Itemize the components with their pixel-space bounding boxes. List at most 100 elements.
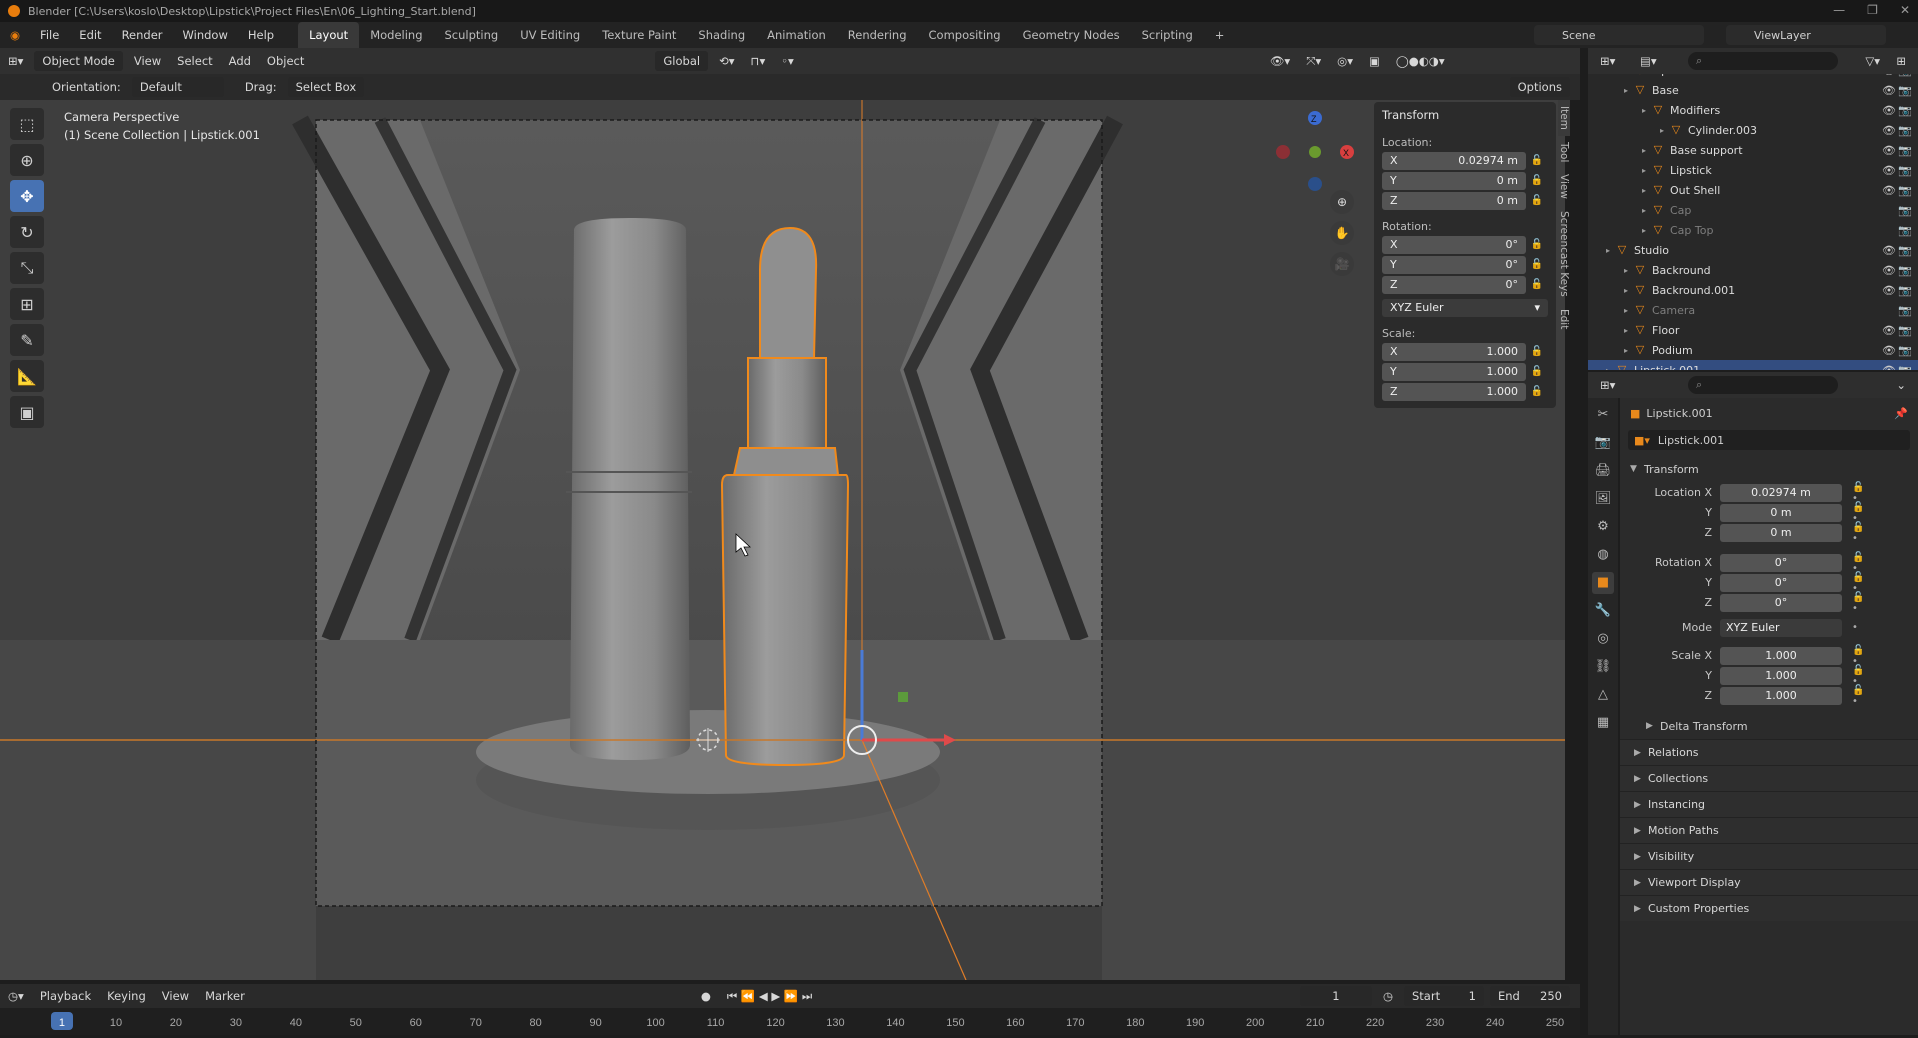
editor-type-icon[interactable]: ⊞▾ — [0, 51, 31, 71]
expand-arrow-icon[interactable]: ▸ — [1606, 366, 1616, 371]
render-camera-icon[interactable]: 📷 — [1898, 204, 1912, 217]
outliner-row[interactable]: ▸ ▽ Podium 👁 📷 — [1588, 340, 1918, 360]
outliner-row[interactable]: ▸▽ Lipstick 👁📷 — [1588, 160, 1918, 180]
shading-modes-icon[interactable]: ◯●◐◑▾ — [1388, 51, 1453, 71]
lock-icon[interactable]: 🔓 — [1526, 279, 1548, 290]
lock-icon[interactable]: 🔓 • — [1842, 522, 1872, 544]
outliner-row[interactable]: ▸ ▽ Studio 👁 📷 — [1588, 240, 1918, 260]
expand-arrow-icon[interactable]: ▸ — [1606, 246, 1616, 255]
tab-texture-paint[interactable]: Texture Paint — [591, 22, 687, 48]
properties-editor-icon[interactable]: ⊞▾ — [1592, 375, 1623, 395]
texture-tab-icon[interactable]: ▦ — [1592, 712, 1614, 734]
snap-icon[interactable]: ⊓▾ — [743, 51, 774, 71]
cursor-tool-icon[interactable]: ⊕ — [10, 144, 44, 176]
lock-icon[interactable]: 🔓 — [1526, 195, 1548, 206]
zoom-icon[interactable]: ⊕ — [1330, 190, 1354, 214]
view-layer-tab-icon[interactable]: 🖼 — [1592, 488, 1614, 510]
location-x-field[interactable]: X 0.02974 m — [1382, 151, 1526, 170]
render-tab-icon[interactable]: 📷 — [1592, 432, 1614, 454]
outliner-row[interactable]: ▸ ▽ Floor 👁 📷 — [1588, 320, 1918, 340]
rotation-mode-select[interactable]: XYZ Euler — [1720, 618, 1842, 637]
tab-layout[interactable]: Layout — [298, 22, 360, 48]
outliner-row[interactable]: ▸ ▽ Lipstick.001 👁 📷 — [1588, 360, 1918, 370]
prop-rotation-y-field[interactable]: 0° — [1720, 573, 1842, 592]
playback-menu[interactable]: Playback — [32, 986, 99, 1006]
visibility-eye-icon[interactable]: 👁 — [1882, 144, 1896, 157]
lock-icon[interactable]: 🔓 — [1526, 386, 1548, 397]
overlay-toggle-icon[interactable]: ◎▾ — [1329, 51, 1361, 71]
mode-dropdown[interactable]: Object Mode — [34, 51, 123, 71]
render-camera-icon[interactable]: 📷 — [1898, 224, 1912, 237]
visibility-eye-icon[interactable]: 👁 — [1882, 244, 1896, 257]
menu-view[interactable]: View — [126, 51, 169, 71]
options-dropdown[interactable]: Options — [1509, 77, 1570, 97]
scale-y-field[interactable]: Y 1.000 — [1382, 362, 1526, 381]
rotation-z-field[interactable]: Z 0° — [1382, 275, 1526, 294]
tool-tab-icon[interactable]: ✂ — [1592, 404, 1614, 426]
expand-arrow-icon[interactable]: ▸ — [1624, 306, 1634, 315]
outliner-row[interactable]: ▸ ▽ Base 👁 📷 — [1588, 80, 1918, 100]
expand-arrow-icon[interactable]: ▸ — [1660, 126, 1670, 135]
tab-screencast-keys[interactable]: Screencast Keys — [1558, 205, 1570, 303]
render-camera-icon[interactable]: 📷 — [1898, 344, 1912, 357]
prop-location-z-field[interactable]: 0 m — [1720, 523, 1842, 542]
visibility-eye-icon[interactable]: 👁 — [1882, 184, 1896, 197]
visibility-eye-icon[interactable]: 👁 — [1882, 84, 1896, 97]
playback-controls-icon[interactable]: ⏮ ⏪ ◀ ▶ ⏩ ⏭ — [719, 986, 820, 1006]
outliner-row[interactable]: ▸ ▽ Camera 📷 — [1588, 300, 1918, 320]
rotation-y-field[interactable]: Y 0° — [1382, 255, 1526, 274]
outliner-row[interactable]: ▸ ▽ Backround 👁 📷 — [1588, 260, 1918, 280]
transform-panel-header[interactable]: Transform — [1382, 108, 1548, 126]
record-icon[interactable]: ● — [693, 986, 719, 1006]
add-workspace-button[interactable]: + — [1204, 22, 1236, 48]
rotation-mode-dropdown[interactable]: XYZ Euler ▾ — [1382, 298, 1548, 317]
menu-file[interactable]: File — [30, 22, 69, 48]
visibility-eye-icon[interactable]: 👁 — [1882, 164, 1896, 177]
visibility-eye-icon[interactable]: 👁 — [1882, 284, 1896, 297]
menu-add[interactable]: Add — [221, 51, 259, 71]
lock-icon[interactable]: 🔓 — [1526, 346, 1548, 357]
visibility-eye-icon[interactable]: 👁 — [1882, 344, 1896, 357]
expand-arrow-icon[interactable]: ▸ — [1642, 206, 1652, 215]
close-icon[interactable]: ✕ — [1900, 3, 1910, 17]
rotation-x-field[interactable]: X 0° — [1382, 235, 1526, 254]
lock-icon[interactable]: 🔓 • — [1842, 502, 1872, 524]
expand-arrow-icon[interactable]: ▸ — [1642, 106, 1652, 115]
render-camera-icon[interactable]: 📷 — [1898, 244, 1912, 257]
lock-icon[interactable]: 🔓 • — [1842, 665, 1872, 687]
timeline-editor-icon[interactable]: ◷▾ — [0, 986, 32, 1006]
menu-edit[interactable]: Edit — [69, 22, 111, 48]
expand-arrow-icon[interactable]: ▸ — [1642, 226, 1652, 235]
prop-rotation-x-field[interactable]: 0° — [1720, 553, 1842, 572]
camera-view-icon[interactable]: 🎥 — [1330, 252, 1354, 276]
scene-tab-icon[interactable]: ⚙ — [1592, 516, 1614, 538]
move-tool-icon[interactable]: ✥ — [10, 180, 44, 212]
current-frame-field[interactable]: 1 — [1299, 986, 1372, 1006]
render-camera-icon[interactable]: 📷 — [1898, 364, 1912, 371]
tab-view[interactable]: View — [1558, 168, 1570, 205]
expand-arrow-icon[interactable]: ▸ — [1642, 166, 1652, 175]
prop-location-y-field[interactable]: 0 m — [1720, 503, 1842, 522]
lock-icon[interactable]: 🔓 • — [1842, 685, 1872, 707]
orientation-dropdown[interactable]: Default — [131, 77, 224, 97]
tab-animation[interactable]: Animation — [756, 22, 837, 48]
outliner-row[interactable]: ▸ ▽ Backround.001 👁 📷 — [1588, 280, 1918, 300]
select-box-tool-icon[interactable]: ⬚ — [10, 108, 44, 140]
expand-arrow-icon[interactable]: ▸ — [1642, 186, 1652, 195]
keying-menu[interactable]: Keying — [99, 986, 154, 1006]
render-camera-icon[interactable]: 📷 — [1898, 74, 1912, 77]
expand-arrow-icon[interactable]: ▸ — [1624, 346, 1634, 355]
pin-icon[interactable]: 📌 — [1894, 407, 1908, 420]
outliner-row[interactable]: ▸ ▽ Base support 👁 📷 — [1588, 140, 1918, 160]
object-tab-icon[interactable]: ■ — [1592, 572, 1614, 594]
proportional-edit-icon[interactable]: ◦▾ — [773, 51, 802, 71]
visibility-eye-icon[interactable]: 👁 — [1882, 264, 1896, 277]
render-camera-icon[interactable]: 📷 — [1898, 144, 1912, 157]
section-collections[interactable]: ▶ Collections — [1620, 765, 1918, 791]
section-relations[interactable]: ▶ Relations — [1620, 739, 1918, 765]
menu-help[interactable]: Help — [238, 22, 284, 48]
render-camera-icon[interactable]: 📷 — [1898, 184, 1912, 197]
navigation-gizmo[interactable]: Z X — [1258, 108, 1358, 198]
expand-arrow-icon[interactable]: ▸ — [1624, 326, 1634, 335]
blender-menu-icon[interactable]: ◉ — [0, 22, 30, 48]
